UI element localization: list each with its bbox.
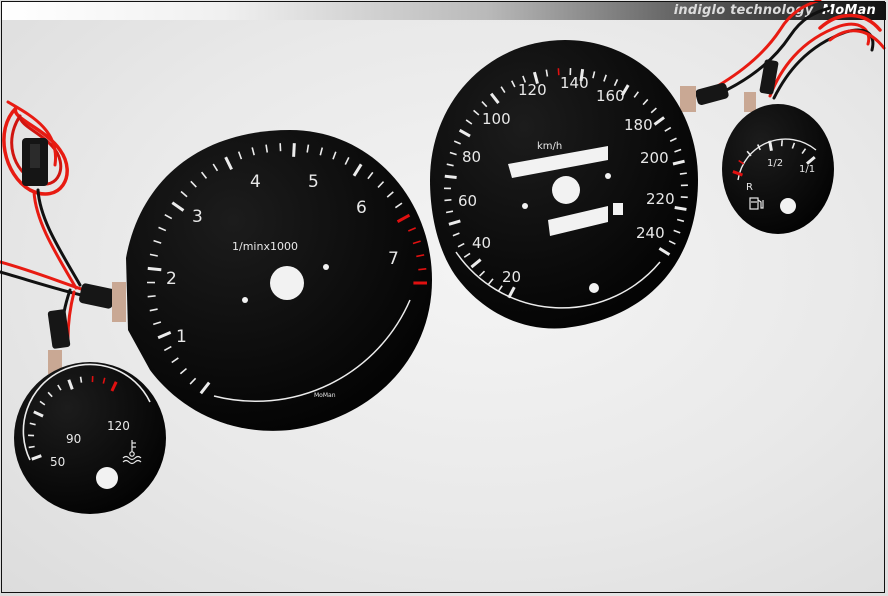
scale-tick [28,445,35,449]
scale-tick [545,69,549,77]
mount-hole [522,203,528,209]
speed-number-60: 60 [458,192,477,210]
needle-hole [96,467,118,489]
scale-tick [444,174,457,180]
mounting-tab [112,282,126,322]
speedometer: km/h 20 40 60 80 100 120 140 160 180 200… [430,40,698,329]
fuel-label-reserve: R [746,182,753,193]
scale-tick [768,140,773,152]
mount-hole [605,173,611,179]
fuel-dial-face [722,104,834,234]
fuel-label-full: 1/1 [799,164,815,175]
product-photo: 50 90 120 1 2 3 4 5 6 7 1/minx1000 MoMan [0,0,886,514]
speed-number-180: 180 [624,116,653,134]
wiring-harness-left [0,100,97,340]
scale-tick [679,172,687,175]
mount-hole [323,264,329,270]
tach-number-7: 7 [388,249,399,269]
mounting-tab [680,86,696,112]
redline-tick [418,268,427,271]
needle-hole [552,176,580,204]
tach-number-3: 3 [192,207,203,227]
speed-number-20: 20 [502,268,521,286]
wiring-harness-right [698,0,886,102]
maker-mark: MoMan [314,392,336,399]
speed-number-80: 80 [462,148,481,166]
scale-tick [444,199,452,202]
scale-tick [780,140,783,147]
scale-tick [79,376,83,383]
temp-label-120: 120 [107,419,130,433]
mounting-tab [744,92,756,112]
speed-number-160: 160 [596,87,625,105]
mount-hole [242,297,248,303]
speed-number-220: 220 [646,190,675,208]
speedometer-unit-label: km/h [537,141,562,152]
tach-number-4: 4 [250,172,261,192]
speed-number-200: 200 [640,149,669,167]
tachometer-unit-label: 1/minx1000 [232,240,298,253]
scale-tick [147,295,156,298]
fuel-label-half: 1/2 [767,158,783,169]
scale-tick [292,143,296,157]
speed-number-100: 100 [482,110,511,128]
temperature-gauge: 50 90 120 [14,350,166,514]
tachometer: 1 2 3 4 5 6 7 1/minx1000 MoMan [112,130,432,431]
scale-tick [674,206,687,211]
fuel-gauge: R 1/2 1/1 [722,92,834,234]
scale-tick [147,266,162,272]
needle-hole [780,198,796,214]
temperature-dial-face [14,362,166,514]
speed-number-240: 240 [636,224,665,242]
needle-hole [270,266,304,300]
tach-number-6: 6 [356,198,367,218]
tach-number-5: 5 [308,172,319,192]
temp-label-50: 50 [50,455,65,469]
speed-number-120: 120 [518,81,547,99]
reset-button-hole [613,203,623,215]
temp-label-90: 90 [66,432,81,446]
tach-number-1: 1 [176,327,187,347]
speed-number-140: 140 [560,74,589,92]
tach-number-2: 2 [166,269,177,289]
indicator-window [589,283,599,293]
connector-plug-right [695,59,779,105]
speed-number-40: 40 [472,234,491,252]
